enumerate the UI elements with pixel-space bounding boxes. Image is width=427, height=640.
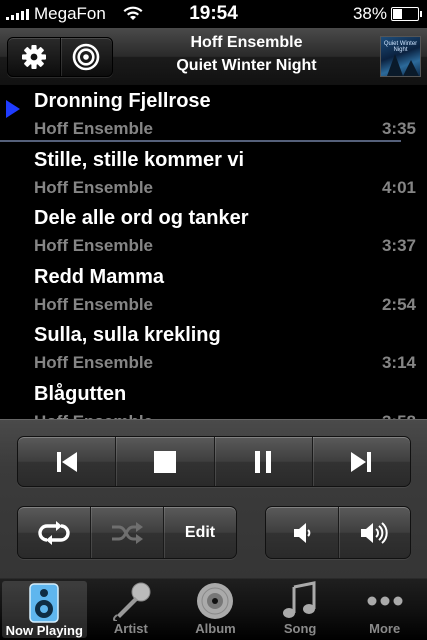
tab-now-playing[interactable]: Now Playing (2, 581, 87, 638)
tab-bar: Now Playing Artist Album Song More (0, 578, 427, 640)
battery-icon (391, 7, 422, 21)
song-title: Dele alle ord og tanker (34, 207, 249, 230)
battery-percent: 38% (352, 4, 387, 23)
shuffle-button[interactable] (90, 507, 163, 558)
song-row[interactable]: Dronning Fjellrose Hoff Ensemble 3:35 (0, 86, 427, 145)
song-row[interactable]: Dele alle ord og tanker Hoff Ensemble 3:37 (0, 203, 427, 262)
playback-controls: Edit (0, 419, 427, 578)
volume-up-button[interactable] (337, 507, 411, 558)
transport-bar (17, 436, 411, 487)
album-art-caption: Quiet Winter Night (383, 41, 418, 53)
mode-bar: Edit (17, 506, 237, 559)
header-segmented-control (7, 37, 113, 77)
gear-icon (21, 45, 46, 69)
tab-label: Artist (113, 621, 148, 636)
header-album: Quiet Winter Night (176, 57, 317, 74)
volume-down-icon (293, 522, 311, 543)
settings-button[interactable] (8, 38, 60, 76)
pause-icon (255, 450, 272, 473)
album-art-thumbnail[interactable]: Quiet Winter Night (380, 36, 421, 77)
target-icon (72, 43, 100, 71)
song-artist: Hoff Ensemble (34, 353, 154, 373)
more-icon (367, 596, 403, 606)
song-row[interactable]: Sulla, sulla krekling Hoff Ensemble 3:14 (0, 320, 427, 379)
tab-album[interactable]: Album (173, 579, 258, 640)
disc-icon (197, 583, 234, 619)
song-title: Dronning Fjellrose (34, 90, 211, 112)
song-duration: 3:35 (381, 119, 416, 138)
song-duration: 3:14 (381, 353, 416, 373)
edit-button[interactable]: Edit (163, 507, 236, 558)
previous-icon (56, 451, 77, 472)
album-art-tree (403, 60, 419, 76)
next-icon (351, 451, 372, 472)
song-list[interactable]: Dronning Fjellrose Hoff Ensemble 3:35 Still… (0, 86, 427, 419)
repeat-icon (38, 520, 70, 545)
song-progress-line (0, 140, 401, 142)
tab-label: More (369, 621, 401, 636)
volume-bar (265, 506, 411, 559)
tab-label: Now Playing (5, 623, 83, 638)
previous-button[interactable] (18, 437, 115, 486)
song-artist: Hoff Ensemble (34, 294, 154, 314)
song-row[interactable]: Redd Mamma Hoff Ensemble 2:54 (0, 262, 427, 321)
song-artist: Hoff Ensemble (34, 412, 153, 419)
next-button[interactable] (311, 437, 410, 486)
song-duration: 2:54 (381, 294, 416, 314)
song-duration: 3:58 (382, 412, 416, 419)
tab-label: Album (195, 621, 236, 636)
header-artist: Hoff Ensemble (190, 34, 303, 51)
song-row[interactable]: Blågutten Hoff Ensemble 3:58 (0, 379, 427, 419)
tab-label: Song (283, 621, 317, 636)
now-playing-indicator-icon (6, 100, 20, 118)
tab-song[interactable]: Song (258, 579, 343, 640)
volume-up-icon (361, 521, 388, 544)
edit-label: Edit (184, 523, 216, 541)
song-artist: Hoff Ensemble (34, 236, 154, 256)
album-art-tree (387, 54, 403, 76)
now-playing-header: Hoff Ensemble Quiet Winter Night Quiet W… (0, 28, 427, 86)
music-note-icon (283, 581, 316, 618)
song-duration: 4:01 (381, 177, 416, 197)
song-artist: Hoff Ensemble (34, 119, 154, 138)
song-title: Redd Mamma (34, 265, 165, 288)
stop-button[interactable] (115, 437, 213, 486)
song-title: Stille, stille kommer vi (34, 148, 245, 171)
song-artist: Hoff Ensemble (34, 177, 154, 197)
target-button[interactable] (59, 38, 113, 76)
song-title: Blågutten (34, 383, 127, 405)
status-bar: MegaFon 19:54 38% (0, 0, 427, 28)
tab-more[interactable]: More (342, 579, 427, 640)
speaker-icon (29, 583, 60, 623)
song-row[interactable]: Stille, stille kommer vi Hoff Ensemble 4:0… (0, 145, 427, 204)
song-duration: 3:37 (381, 236, 416, 256)
tab-artist[interactable]: Artist (89, 579, 174, 640)
song-title: Sulla, sulla krekling (34, 324, 221, 347)
microphone-icon (112, 582, 151, 621)
repeat-button[interactable] (18, 507, 90, 558)
shuffle-icon (112, 521, 143, 544)
pause-button[interactable] (213, 437, 312, 486)
stop-icon (153, 450, 176, 473)
volume-down-button[interactable] (266, 507, 338, 558)
